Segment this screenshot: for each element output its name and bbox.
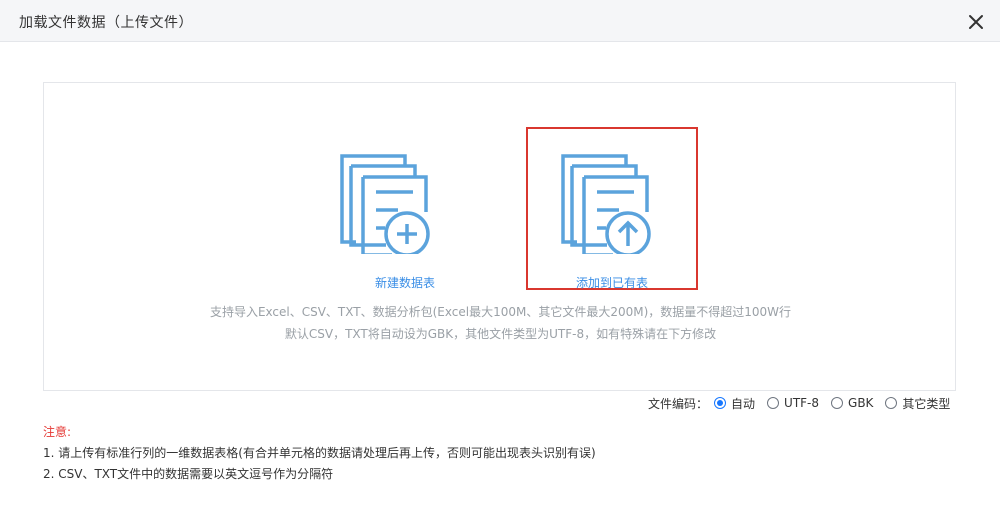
- radio-checked-icon[interactable]: [714, 397, 727, 409]
- encoding-option-other[interactable]: 其它类型: [885, 395, 950, 412]
- encoding-option-auto[interactable]: 自动: [714, 395, 755, 412]
- encoding-option-label: GBK: [848, 396, 874, 410]
- radio-unchecked-icon[interactable]: [767, 397, 780, 409]
- radio-unchecked-icon[interactable]: [831, 397, 844, 409]
- notes-section: 注意: 1. 请上传有标准行列的一维数据表格(有合并单元格的数据请处理后再上传，…: [43, 422, 596, 485]
- upload-panel: 新建数据表 添加到已有表 支持导入Excel、CSV、TXT、数据分析包(Exc…: [43, 82, 956, 391]
- file-encoding-label: 文件编码：: [648, 396, 709, 411]
- append-table-label: 添加到已有表: [575, 276, 648, 290]
- new-table-option[interactable]: 新建数据表: [320, 127, 490, 290]
- dialog-header: 加载文件数据（上传文件）: [0, 0, 1000, 42]
- append-table-option[interactable]: 添加到已有表: [526, 127, 698, 290]
- upload-hint-limits: 支持导入Excel、CSV、TXT、数据分析包(Excel最大100M、其它文件…: [209, 305, 792, 319]
- radio-unchecked-icon[interactable]: [885, 397, 898, 409]
- upload-hint-encoding: 默认CSV，TXT将自动设为GBK，其他文件类型为UTF-8，如有特殊请在下方修…: [284, 327, 717, 341]
- close-icon: [969, 15, 983, 29]
- close-button[interactable]: [965, 11, 987, 33]
- append-doc-upload-icon: [561, 154, 651, 254]
- encoding-option-gbk[interactable]: GBK: [831, 396, 873, 410]
- notes-title: 注意:: [43, 425, 72, 439]
- new-table-label: 新建数据表: [374, 276, 435, 290]
- notes-line-1: 1. 请上传有标准行列的一维数据表格(有合并单元格的数据请处理后再上传，否则可能…: [43, 446, 596, 460]
- file-encoding-group: 文件编码： 自动 UTF-8 GBK 其它类型: [648, 394, 950, 412]
- encoding-option-label: 其它类型: [902, 396, 951, 411]
- encoding-option-label: 自动: [731, 396, 756, 411]
- encoding-option-utf8[interactable]: UTF-8: [767, 396, 819, 410]
- notes-line-2: 2. CSV、TXT文件中的数据需要以英文逗号作为分隔符: [43, 467, 334, 481]
- dialog-title: 加载文件数据（上传文件）: [19, 15, 193, 31]
- encoding-option-label: UTF-8: [784, 396, 820, 410]
- new-table-doc-plus-icon: [340, 154, 430, 254]
